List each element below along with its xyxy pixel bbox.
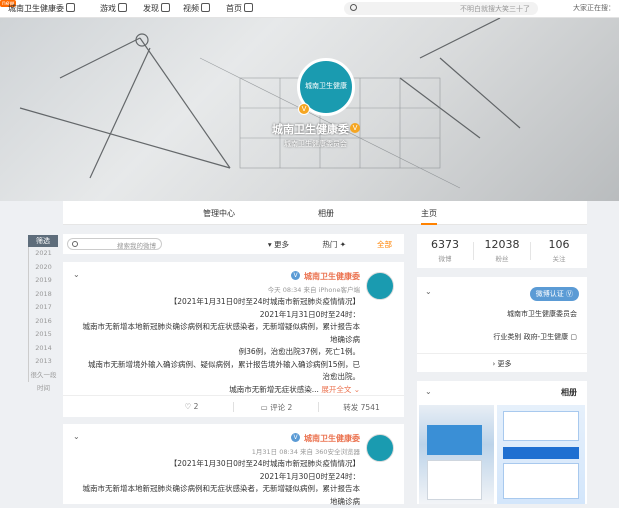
year-item[interactable]: 2015: [28, 328, 58, 342]
tab-home[interactable]: 主页: [421, 208, 437, 225]
discover-icon: [161, 3, 170, 12]
verified-icon: Ⓥ: [566, 290, 573, 298]
post-author[interactable]: 城南卫生健康委: [304, 271, 360, 282]
profile-name: 城南卫生健康委: [272, 123, 349, 136]
year-item[interactable]: 2013: [28, 355, 58, 369]
share-button[interactable]: 转发 7541: [319, 402, 404, 413]
album-thumbnail[interactable]: [497, 405, 585, 504]
chevron-down-icon[interactable]: ⌄: [73, 270, 80, 279]
feed-filter-bar: 全部 热门 ✦ ▾ 更多 搜索我的微博: [63, 234, 404, 254]
search-icon: [72, 241, 78, 247]
chevron-down-icon: ▾: [267, 240, 272, 249]
stat-posts[interactable]: 6373 微博: [417, 238, 473, 263]
year-item[interactable]: 2017: [28, 301, 58, 315]
verified-badge-icon: V: [298, 103, 310, 115]
post-body: 【2021年1月30日0时至24时城南市新冠肺炎疫情情况】 2021年1月30日…: [82, 459, 361, 506]
tab-management[interactable]: 管理中心: [203, 208, 235, 219]
cover-banner: 城南卫生健康 V 城南卫生健康委 V 城南卫生健康委员会: [0, 18, 619, 201]
year-item[interactable]: 2021: [28, 247, 58, 261]
post-body: 【2021年1月31日0时至24时城南市新冠肺炎疫情情况】 2021年1月31日…: [82, 297, 361, 394]
nav-discover[interactable]: 发现: [143, 3, 170, 14]
year-item[interactable]: 2014: [28, 341, 58, 355]
post-author[interactable]: 城南卫生健康委: [304, 433, 360, 444]
year-filter-rail: 筛选 2021 2020 2019 2018 2017 2016 2015 20…: [28, 235, 58, 392]
trending-label: 大家正在搜：: [573, 4, 615, 12]
search-icon: [350, 4, 357, 11]
tag-icon: ▢: [570, 333, 577, 341]
post-actions: 转发 7541 ▭ 评论 2 ♡ 2: [63, 395, 404, 417]
like-button[interactable]: ♡ 2: [149, 402, 234, 411]
search-input[interactable]: 不明白就搜大笑三十了: [344, 2, 538, 15]
album-thumbnail[interactable]: [419, 405, 494, 504]
year-item[interactable]: 2016: [28, 314, 58, 328]
tab-album[interactable]: 相册: [318, 208, 334, 219]
comment-icon: ▭: [260, 403, 268, 412]
filter-more[interactable]: ▾ 更多: [268, 239, 289, 250]
industry-text: 行业类别 政府-卫生健康 ▢: [493, 333, 577, 341]
year-item[interactable]: 2018: [28, 287, 58, 301]
nav-home[interactable]: 首页: [226, 3, 253, 14]
thumbs-up-icon: ♡: [184, 402, 192, 411]
stat-followers[interactable]: 12038 粉丝: [474, 238, 530, 263]
nav-video[interactable]: 视频: [183, 3, 210, 14]
verification-badge: 微博认证 Ⓥ: [529, 287, 579, 301]
chevron-down-icon[interactable]: ⌄: [425, 287, 432, 296]
nav-game[interactable]: 游戏: [100, 3, 127, 14]
album-title: 相册: [561, 388, 577, 397]
post-meta: 今天 08:34 来自 iPhone客户端: [267, 286, 360, 294]
top-nav-bar: new 城南卫生健康委 游戏 发现 视频 首页 不明白就搜大笑三十了 大家正在搜…: [0, 0, 619, 18]
more-info-link[interactable]: › 更多: [417, 353, 587, 369]
stat-following[interactable]: 106 关注: [531, 238, 587, 263]
filter-all[interactable]: 全部: [377, 239, 392, 250]
chevron-right-icon: ›: [492, 360, 496, 368]
verification-text: 城南市卫生健康委员会: [507, 310, 577, 318]
feed-search-input[interactable]: 搜索我的微博: [67, 238, 162, 250]
profile-tab-bar: 主页 相册 管理中心: [63, 201, 587, 225]
verified-icon: V: [350, 123, 360, 133]
verified-icon: V: [291, 433, 300, 442]
chevron-down-icon[interactable]: ⌄: [73, 432, 80, 441]
chevron-down-icon[interactable]: ⌄: [425, 387, 432, 396]
year-item[interactable]: 2020: [28, 260, 58, 274]
year-item[interactable]: 很久一段时间: [28, 368, 58, 392]
verified-icon: V: [291, 271, 300, 280]
expand-link[interactable]: 展开全文 ⌄: [319, 385, 360, 394]
feed-post: 城南卫生健康委 V 1月31日 08:34 来自 360安全浏览器 ⌄ 【202…: [63, 424, 404, 506]
profile-info-card: 微博认证 Ⓥ ⌄ 城南市卫生健康委员会 行业类别 政府-卫生健康 ▢ › 更多: [417, 277, 587, 372]
post-meta: 1月31日 08:34 来自 360安全浏览器: [251, 448, 360, 456]
user-icon: [66, 3, 75, 12]
home-icon: [244, 3, 253, 12]
profile-description: 城南卫生健康委员会: [284, 140, 347, 148]
filter-hot[interactable]: 热门 ✦: [322, 239, 346, 250]
feed-post: 城南卫生健康委 V 今天 08:34 来自 iPhone客户端 ⌄ 【2021年…: [63, 262, 404, 417]
album-card: 相册 ⌄: [417, 381, 587, 504]
post-avatar[interactable]: [366, 434, 394, 462]
game-icon: [118, 3, 127, 12]
year-item[interactable]: 2019: [28, 274, 58, 288]
comment-button[interactable]: ▭ 评论 2: [234, 402, 319, 413]
video-icon: [201, 3, 210, 12]
year-filter-head[interactable]: 筛选: [28, 235, 58, 247]
nav-user-name[interactable]: 城南卫生健康委: [8, 3, 75, 14]
profile-stats: 106 关注 12038 粉丝 6373 微博: [417, 234, 587, 268]
post-avatar[interactable]: [366, 272, 394, 300]
